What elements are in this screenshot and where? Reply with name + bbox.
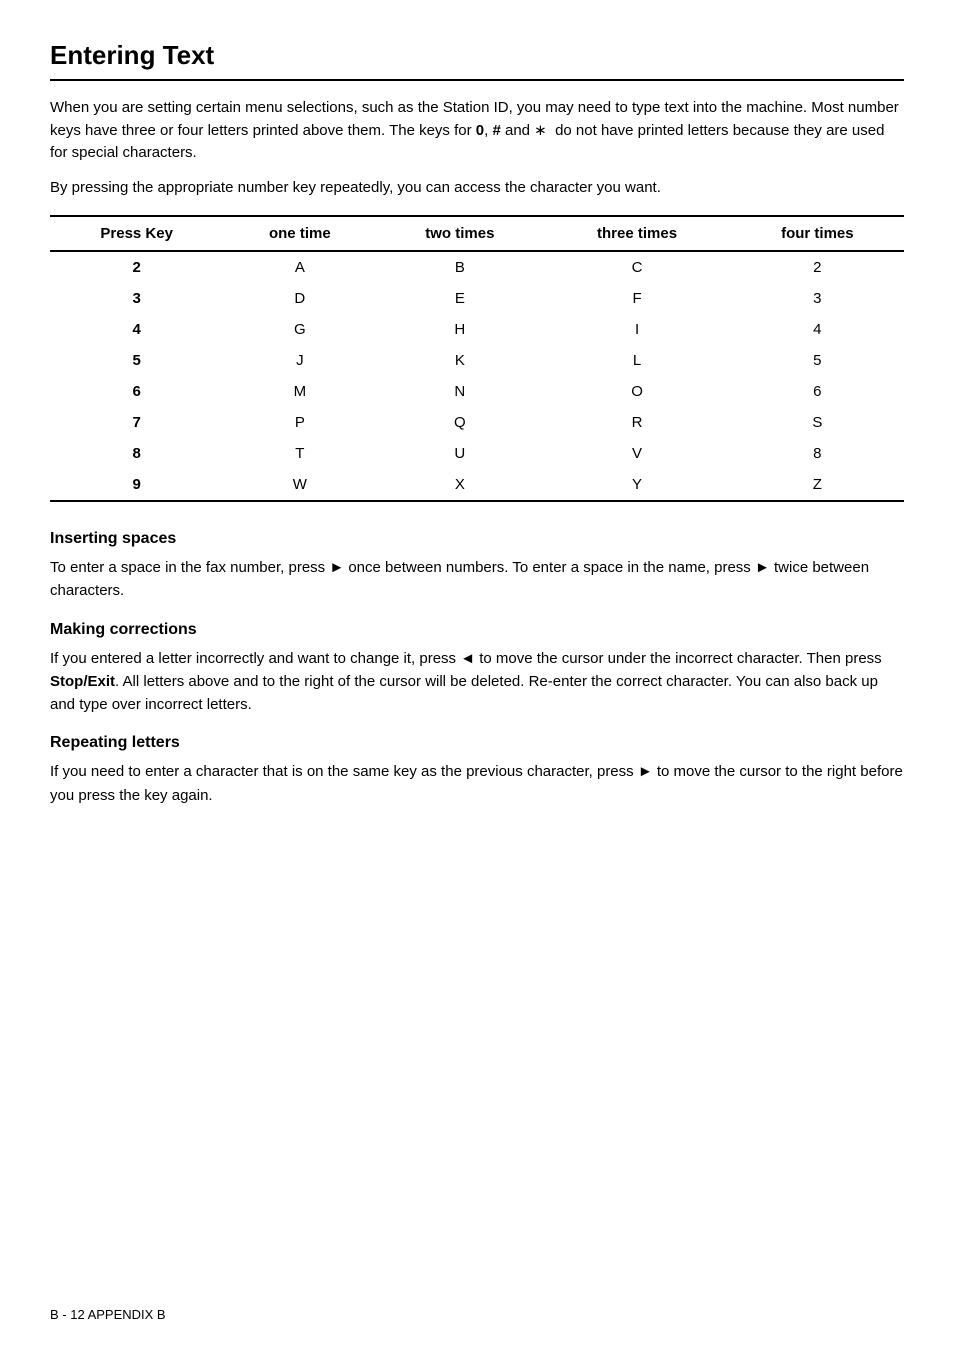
table-cell: H [376,314,543,345]
section-heading-inserting-spaces: Inserting spaces [50,530,904,548]
table-row: 7PQRS [50,407,904,438]
section-body-repeating-letters: If you need to enter a character that is… [50,760,904,807]
table-cell: P [223,407,376,438]
table-cell: C [543,251,730,283]
table-cell: 4 [731,314,904,345]
table-cell: 6 [731,376,904,407]
table-cell: L [543,345,730,376]
page-title: Entering Text [50,40,904,71]
table-cell: 5 [731,345,904,376]
table-cell: J [223,345,376,376]
table-cell: N [376,376,543,407]
table-row: 6MNO6 [50,376,904,407]
table-cell: I [543,314,730,345]
intro-paragraph-2: By pressing the appropriate number key r… [50,177,904,200]
table-cell: 3 [731,283,904,314]
table-row: 9WXYZ [50,469,904,501]
table-row: 4GHI4 [50,314,904,345]
table-cell: 2 [50,251,223,283]
table-cell: 8 [731,438,904,469]
table-cell: Z [731,469,904,501]
col-header-four-times: four times [731,216,904,251]
table-cell: 6 [50,376,223,407]
title-divider [50,79,904,81]
col-header-one-time: one time [223,216,376,251]
table-cell: T [223,438,376,469]
table-cell: G [223,314,376,345]
table-header: Press Key one time two times three times… [50,216,904,251]
table-cell: W [223,469,376,501]
table-cell: 5 [50,345,223,376]
table-cell: 4 [50,314,223,345]
section-body-making-corrections: If you entered a letter incorrectly and … [50,647,904,717]
table-cell: O [543,376,730,407]
table-cell: V [543,438,730,469]
table-body: 2ABC23DEF34GHI45JKL56MNO67PQRS8TUV89WXYZ [50,251,904,501]
table-cell: A [223,251,376,283]
table-cell: 2 [731,251,904,283]
table-cell: F [543,283,730,314]
table-cell: B [376,251,543,283]
col-header-three-times: three times [543,216,730,251]
table-cell: 3 [50,283,223,314]
col-header-press-key: Press Key [50,216,223,251]
table-cell: Y [543,469,730,501]
table-row: 8TUV8 [50,438,904,469]
table-cell: M [223,376,376,407]
table-cell: Q [376,407,543,438]
table-cell: R [543,407,730,438]
table-cell: D [223,283,376,314]
col-header-two-times: two times [376,216,543,251]
section-heading-repeating-letters: Repeating letters [50,734,904,752]
section-body-inserting-spaces: To enter a space in the fax number, pres… [50,556,904,603]
table-cell: S [731,407,904,438]
table-cell: 9 [50,469,223,501]
key-table: Press Key one time two times three times… [50,215,904,502]
table-cell: 8 [50,438,223,469]
table-row: 2ABC2 [50,251,904,283]
table-cell: U [376,438,543,469]
table-row: 3DEF3 [50,283,904,314]
table-cell: X [376,469,543,501]
table-cell: E [376,283,543,314]
table-cell: 7 [50,407,223,438]
table-cell: K [376,345,543,376]
section-heading-making-corrections: Making corrections [50,621,904,639]
intro-paragraph-1: When you are setting certain menu select… [50,97,904,165]
page-footer: B - 12 APPENDIX B [50,1307,166,1322]
table-row: 5JKL5 [50,345,904,376]
